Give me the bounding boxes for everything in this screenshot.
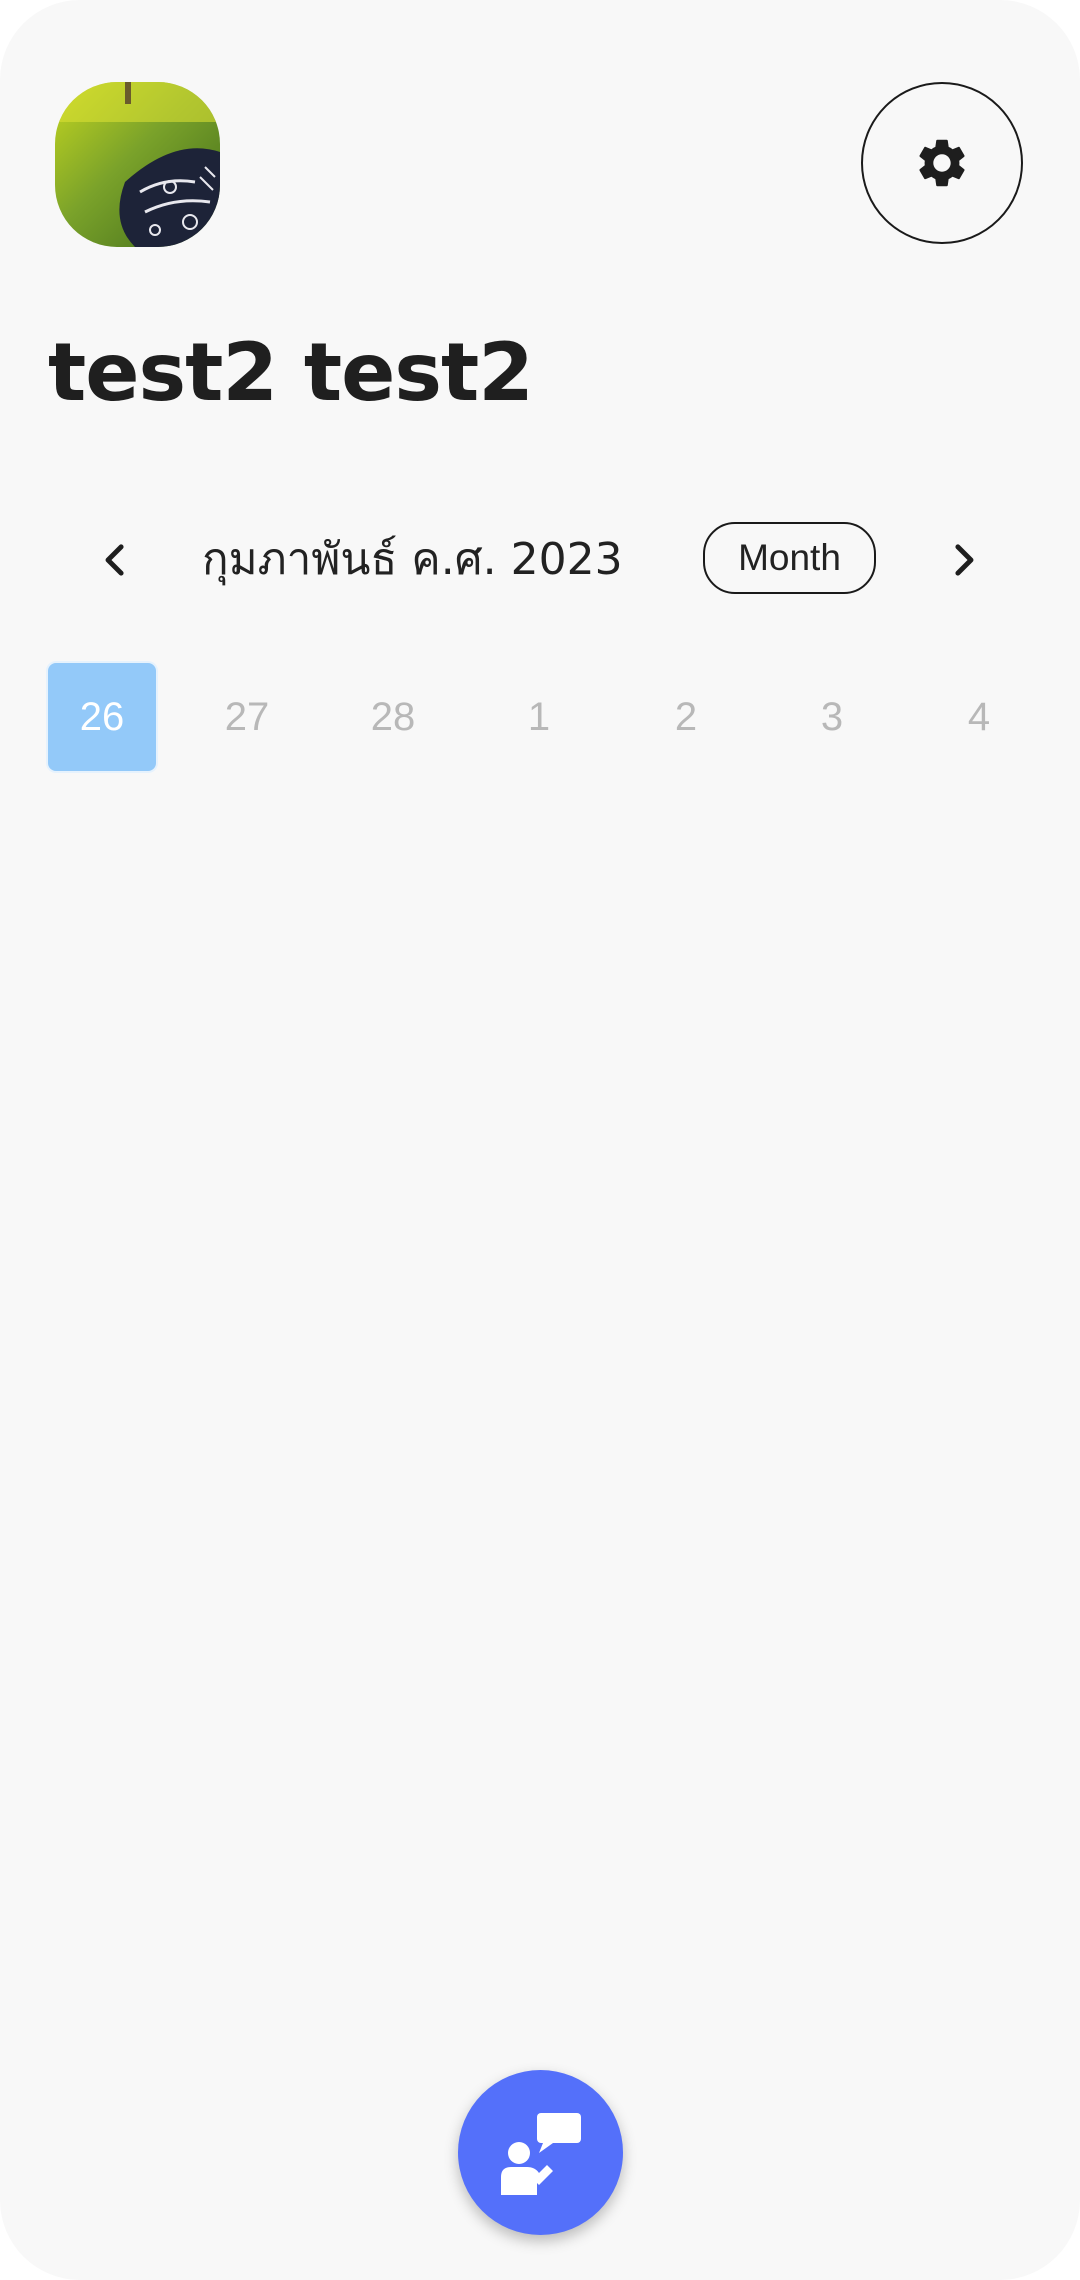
day-cell[interactable]: 1: [485, 663, 593, 771]
day-cell-selected[interactable]: 26: [48, 663, 156, 771]
previous-week-button[interactable]: [75, 520, 155, 600]
app-screen: test2 test2 กุมภาพันธ์ ค.ศ. 2023 Month 2…: [0, 0, 1080, 2280]
chevron-left-icon: [105, 544, 124, 576]
day-cell[interactable]: 2: [632, 663, 740, 771]
gear-icon: [919, 139, 965, 187]
day-cell[interactable]: 4: [925, 663, 1033, 771]
day-cell[interactable]: 3: [778, 663, 886, 771]
avatar[interactable]: [55, 82, 220, 247]
week-strip: 26 27 28 1 2 3 4: [0, 663, 1080, 771]
consult-chat-icon: [500, 2112, 581, 2195]
day-cell[interactable]: 27: [193, 663, 301, 771]
avatar-photo: [55, 82, 220, 247]
consult-fab-button[interactable]: [458, 2070, 623, 2235]
settings-button[interactable]: [861, 82, 1023, 244]
month-navigation: กุมภาพันธ์ ค.ศ. 2023 Month: [0, 520, 1080, 600]
chevron-right-icon: [955, 544, 974, 576]
next-week-button[interactable]: [924, 520, 1004, 600]
month-label: กุมภาพันธ์ ค.ศ. 2023: [202, 534, 623, 585]
user-name: test2 test2: [48, 326, 534, 419]
view-mode-toggle[interactable]: Month: [703, 522, 876, 594]
day-cell[interactable]: 28: [339, 663, 447, 771]
